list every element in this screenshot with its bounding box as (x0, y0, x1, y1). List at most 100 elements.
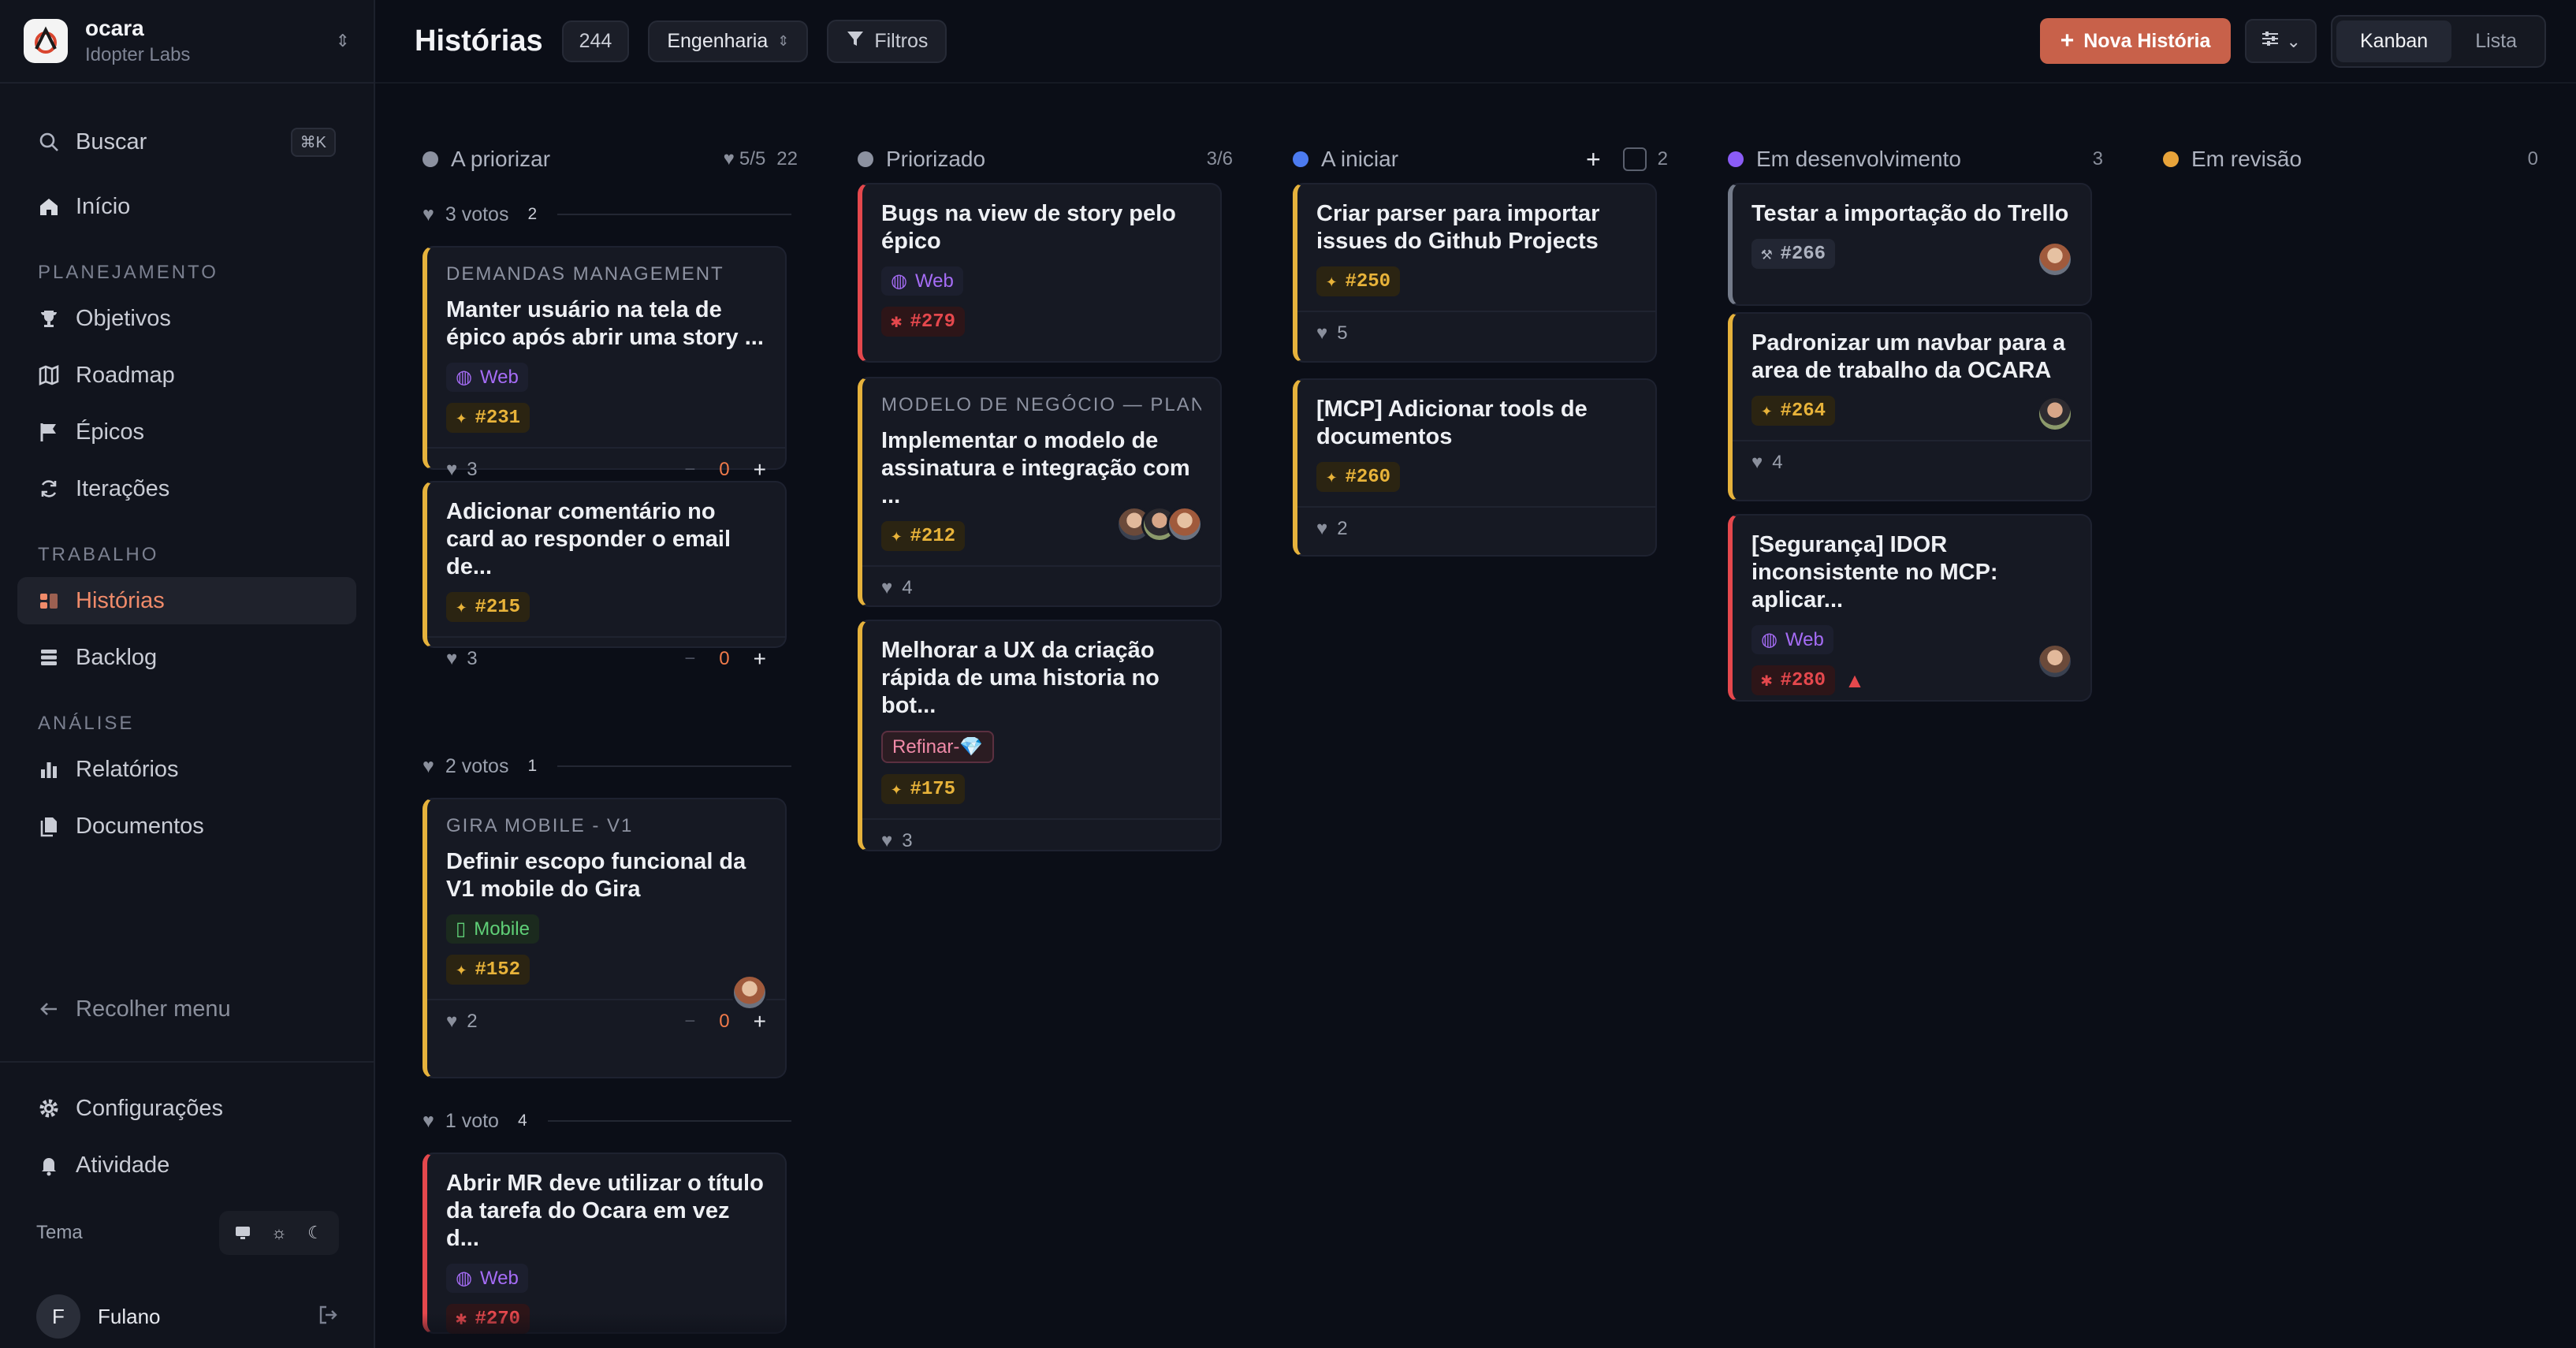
issue-badge: ✦ #212 (881, 521, 966, 551)
avatar[interactable] (731, 974, 768, 1011)
new-story-button[interactable]: + Nova História (2039, 18, 2232, 64)
sidebar-item-inicio[interactable]: Início (17, 183, 356, 230)
card-title: Abrir MR deve utilizar o título da taref… (446, 1171, 764, 1251)
heart-icon[interactable]: ♥ (446, 648, 457, 670)
add-card-button[interactable]: + (1586, 145, 1601, 174)
story-card[interactable]: [Segurança] IDOR inconsistente no MCP: a… (1728, 514, 2092, 702)
activity-button[interactable]: Atividade (17, 1141, 358, 1189)
globe-icon: ◍ (891, 270, 907, 292)
avatar[interactable]: F (36, 1294, 80, 1339)
bug-icon: ✱ (1761, 671, 1773, 692)
story-card[interactable]: MODELO DE NEGÓCIO — PLAN... Implementar … (858, 377, 1222, 607)
sidebar-item-label: Iterações (76, 475, 170, 501)
sidebar-item-historias[interactable]: Histórias (17, 577, 356, 624)
avatar[interactable] (2037, 241, 2073, 277)
vote-group-header[interactable]: ♥ 2 votos 1 (423, 750, 798, 782)
downvote-button[interactable]: − (684, 459, 695, 481)
votes-meta: 5/5 (739, 148, 766, 169)
assignees (2037, 396, 2073, 432)
gear-icon (38, 1097, 60, 1119)
collapse-menu-button[interactable]: Recolher menu (17, 985, 356, 1033)
issue-badge: ✱ #280 (1751, 665, 1836, 695)
column-title: Em desenvolvimento (1756, 147, 1961, 171)
sidebar-item-label: Objetivos (76, 305, 171, 331)
heart-icon[interactable]: ♥ (881, 830, 892, 852)
card-title: Testar a importação do Trello (1751, 201, 2069, 226)
story-card[interactable]: [MCP] Adicionar tools de documentos ✦ #26… (1293, 378, 1657, 557)
heart-icon[interactable]: ♥ (1751, 452, 1763, 474)
sidebar-item-objetivos[interactable]: Objetivos (17, 295, 356, 342)
upvote-button[interactable]: + (754, 646, 766, 672)
column-header: Em revisão 0 (2163, 140, 2538, 178)
sidebar-item-relatorios[interactable]: Relatórios (17, 746, 356, 793)
card-title: Implementar o modelo de assinatura e int… (881, 428, 1190, 508)
column-title: A iniciar (1321, 147, 1399, 171)
sidebar-item-roadmap[interactable]: Roadmap (17, 352, 356, 399)
story-card[interactable]: Bugs na view de story pelo épico ◍ Web ✱ #… (858, 183, 1222, 363)
filters-button[interactable]: Filtros (827, 19, 947, 63)
heart-icon[interactable]: ♥ (1316, 322, 1327, 344)
tools-icon: ⚒ (1761, 244, 1773, 266)
downvote-button[interactable]: − (684, 1011, 695, 1033)
sidebar-item-epicos[interactable]: Épicos (17, 408, 356, 456)
tab-kanban[interactable]: Kanban (2336, 20, 2452, 62)
sidebar-item-iteracoes[interactable]: Iterações (17, 465, 356, 512)
section-title: TRABALHO (38, 544, 159, 565)
heart-icon[interactable]: ♥ (1316, 518, 1327, 540)
sidebar-item-label: Backlog (76, 644, 158, 670)
vote-group-header[interactable]: ♥ 3 votos 2 (423, 199, 798, 230)
sidebar-item-documentos[interactable]: Documentos (17, 802, 356, 850)
story-card[interactable]: Padronizar um navbar para a area de trab… (1728, 312, 2092, 501)
sparkle-icon: ✦ (891, 780, 903, 801)
divider (557, 214, 791, 215)
vote-count: 2 (1337, 518, 1348, 539)
story-card[interactable]: Testar a importação do Trello ⚒ #266 (1728, 183, 2092, 306)
phone-icon: ▯ (456, 918, 467, 940)
heart-icon[interactable]: ♥ (446, 1011, 457, 1033)
column-count: 3 (2092, 148, 2103, 169)
story-card[interactable]: Adicionar comentário no card ao responde… (423, 481, 787, 671)
tab-lista[interactable]: Lista (2451, 20, 2541, 62)
avatar[interactable] (1167, 506, 1203, 542)
vote-count: 5 (1337, 322, 1348, 344)
sun-icon[interactable]: ☼ (263, 1217, 295, 1249)
story-card[interactable]: GIRA MOBILE - V1 Definir escopo funciona… (423, 798, 787, 1078)
map-icon (38, 364, 60, 386)
heart-icon[interactable]: ♥ (446, 459, 457, 481)
search-shortcut: ⌘K (290, 127, 336, 157)
vote-group-label: 2 votos (445, 754, 509, 777)
column-count: 3/6 (1206, 148, 1233, 169)
settings-button[interactable]: Configurações (17, 1085, 358, 1132)
sidebar-item-label: Histórias (76, 587, 165, 613)
avatar[interactable] (2037, 396, 2073, 432)
heart-icon: ♥ (423, 754, 434, 777)
downvote-button[interactable]: − (684, 648, 695, 670)
upvote-button[interactable]: + (754, 457, 766, 482)
sidebar-item-backlog[interactable]: Backlog (17, 634, 356, 681)
vote-group-header[interactable]: ♥ 1 voto 4 (423, 1105, 798, 1137)
story-card[interactable]: DEMANDAS MANAGEMENT Manter usuário na te… (423, 246, 787, 482)
heart-icon[interactable]: ♥ (881, 577, 892, 599)
story-card[interactable]: Melhorar a UX da criação rápida de uma h… (858, 620, 1222, 851)
sparkle-icon: ✦ (891, 527, 903, 548)
filter-icon (846, 29, 865, 54)
page-title: Histórias (415, 24, 543, 58)
story-card[interactable]: Abrir MR deve utilizar o título da taref… (423, 1153, 787, 1334)
search-button[interactable]: Buscar ⌘K (17, 118, 356, 166)
logout-icon[interactable] (317, 1304, 339, 1330)
theme-switcher: ☼ ☾ (219, 1211, 339, 1255)
sidebar-item-label: Início (76, 193, 131, 219)
bug-icon: ✱ (891, 312, 903, 333)
view-settings-button[interactable]: ⌄ (2245, 19, 2317, 63)
chevron-down-icon: ⌄ (2286, 32, 2301, 51)
search-label: Buscar (76, 128, 147, 155)
vote-count: 3 (467, 648, 478, 669)
team-select[interactable]: Engenharia ⇕ (648, 20, 809, 62)
upvote-button[interactable]: + (754, 1009, 766, 1034)
moon-icon[interactable]: ☾ (300, 1217, 331, 1249)
story-card[interactable]: Criar parser para importar issues do Git… (1293, 183, 1657, 363)
select-checkbox[interactable] (1622, 147, 1647, 171)
avatar[interactable] (2037, 643, 2073, 680)
monitor-icon[interactable] (227, 1217, 259, 1249)
workspace-switcher[interactable]: ocara Idopter Labs ⇕ (0, 0, 374, 84)
